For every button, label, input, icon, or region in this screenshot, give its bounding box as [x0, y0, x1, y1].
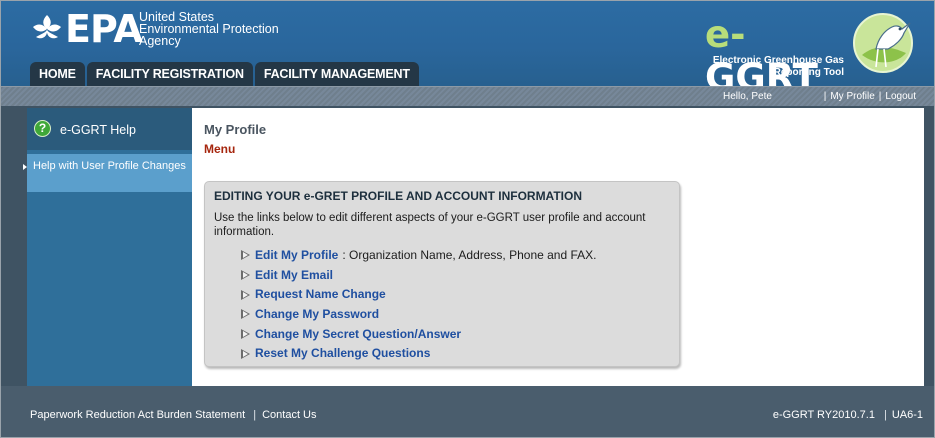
list-item: Reset My Challenge Questions	[241, 343, 597, 363]
triangle-bullet-icon	[241, 348, 251, 359]
version-text: e-GGRT RY2010.7.1	[772, 409, 875, 421]
separator: |	[883, 409, 887, 421]
change-secret-question-link[interactable]: Change My Secret Question/Answer	[255, 327, 461, 341]
burden-statement-link[interactable]: Paperwork Reduction Act Burden Statement	[30, 409, 245, 421]
panel-heading: EDITING YOUR e-GRET PROFILE AND ACCOUNT …	[214, 189, 582, 203]
epa-flower-icon	[33, 15, 61, 39]
app-window: EPA United States Environmental Protecti…	[0, 0, 935, 438]
my-profile-link[interactable]: My Profile	[830, 91, 874, 102]
eggrt-subtitle: Electronic Greenhouse Gas Reporting Tool	[674, 55, 844, 79]
separator: |	[878, 91, 882, 102]
list-item: Change My Password	[241, 304, 597, 324]
eggrt-logo: e-GGRT Electronic Greenhouse Gas Reporti…	[705, 9, 920, 99]
agency-line-3: Agency	[139, 34, 181, 48]
profile-link-list: Edit My Profile : Organization Name, Add…	[241, 245, 597, 363]
eggrt-subtitle-line-1: Electronic Greenhouse Gas	[712, 55, 844, 66]
bird-globe-icon	[853, 13, 913, 73]
tab-home[interactable]: HOME	[30, 62, 85, 86]
list-item: Request Name Change	[241, 284, 597, 304]
triangle-bullet-icon	[241, 269, 251, 281]
list-item: Change My Secret Question/Answer	[241, 324, 597, 344]
panel-description: Use the links below to edit different as…	[214, 212, 646, 238]
help-title: e-GGRT Help	[60, 123, 136, 137]
contact-us-link[interactable]: Contact Us	[262, 409, 316, 421]
question-circle-icon: ?	[34, 120, 51, 137]
triangle-bullet-icon	[241, 308, 251, 320]
user-bar: Hello, Pete | My Profile | Logout	[1, 86, 934, 106]
page-title: My Profile	[204, 122, 267, 137]
help-header: ? e-GGRT Help	[27, 108, 192, 150]
footer-version-info: e-GGRT RY2010.7.1 | UA6-1	[773, 409, 923, 421]
list-item: Edit My Email	[241, 265, 597, 285]
main-nav: HOME FACILITY REGISTRATION FACILITY MANA…	[30, 62, 421, 86]
tab-facility-management[interactable]: FACILITY MANAGEMENT	[254, 62, 419, 86]
screen-id-text: UA6-1	[891, 409, 923, 421]
agency-name: United States Environmental Protection A…	[139, 11, 329, 48]
link-description: : Organization Name, Address, Phone and …	[342, 247, 597, 262]
triangle-bullet-icon	[241, 328, 251, 340]
footer-links: Paperwork Reduction Act Burden Statement…	[30, 409, 317, 421]
epa-logo-text: EPA	[65, 7, 143, 51]
edit-my-profile-link[interactable]: Edit My Profile	[255, 248, 338, 262]
eggrt-subtitle-line-2: Reporting Tool	[773, 67, 844, 78]
eggrt-title-prefix: e-	[705, 13, 746, 56]
logout-link[interactable]: Logout	[885, 91, 916, 102]
menu-label: Menu	[204, 142, 236, 156]
request-name-change-link[interactable]: Request Name Change	[255, 287, 386, 301]
list-item: Edit My Profile : Organization Name, Add…	[241, 245, 597, 265]
greeting-text: Hello, Pete	[723, 91, 772, 102]
separator: |	[823, 91, 827, 102]
help-sidebar: ? e-GGRT Help Help with User Profile Cha…	[23, 108, 192, 386]
header: EPA United States Environmental Protecti…	[1, 1, 934, 99]
sidebar-item-user-profile-help[interactable]: Help with User Profile Changes	[23, 154, 192, 192]
triangle-bullet-icon	[241, 249, 251, 261]
footer: Paperwork Reduction Act Burden Statement…	[1, 386, 934, 437]
tab-facility-registration[interactable]: FACILITY REGISTRATION	[86, 62, 253, 86]
edit-my-email-link[interactable]: Edit My Email	[255, 268, 333, 282]
triangle-bullet-icon	[241, 289, 251, 300]
main-content: My Profile Menu EDITING YOUR e-GRET PROF…	[192, 108, 924, 386]
user-links: | My Profile | Logout	[820, 91, 916, 102]
separator: |	[253, 409, 257, 421]
profile-menu-panel: EDITING YOUR e-GRET PROFILE AND ACCOUNT …	[204, 181, 680, 367]
reset-challenge-questions-link[interactable]: Reset My Challenge Questions	[255, 346, 430, 360]
change-my-password-link[interactable]: Change My Password	[255, 307, 379, 321]
